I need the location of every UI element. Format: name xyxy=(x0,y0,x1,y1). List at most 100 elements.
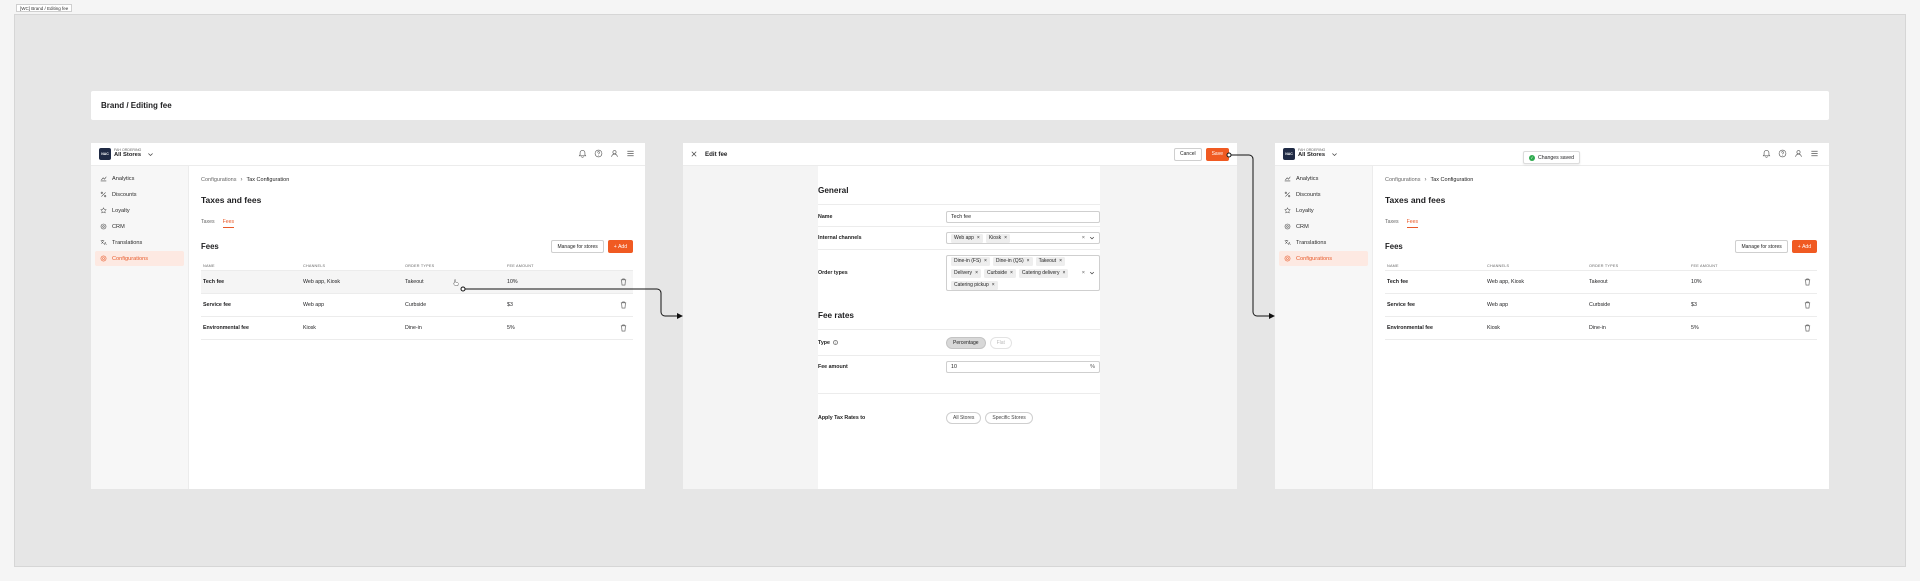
tab-fees[interactable]: Fees xyxy=(1406,219,1419,228)
channels-multiselect[interactable]: Web app × Kiosk × × xyxy=(946,232,1100,244)
remove-icon[interactable]: × xyxy=(975,270,978,276)
table-row[interactable]: Environmental fee Kiosk Dine-in 5% xyxy=(201,317,633,340)
manage-for-stores-button[interactable]: Manage for stores xyxy=(551,240,604,253)
chevron-down-icon[interactable] xyxy=(147,151,154,158)
store-switcher[interactable]: FAH ORDERING All Stores xyxy=(1298,148,1325,159)
sidebar-item-configurations[interactable]: Configurations xyxy=(95,251,184,266)
crm-icon xyxy=(1284,223,1291,230)
sidebar-item-loyalty[interactable]: Loyalty xyxy=(95,203,184,218)
save-button[interactable]: Save xyxy=(1205,147,1229,161)
chevron-down-icon[interactable] xyxy=(1331,151,1338,158)
order-type-chip[interactable]: Delivery × xyxy=(951,268,981,278)
bell-icon[interactable] xyxy=(578,149,587,158)
info-icon[interactable]: i xyxy=(832,340,838,345)
bell-icon[interactable] xyxy=(1762,149,1771,158)
tab-fees[interactable]: Fees xyxy=(222,219,235,228)
store-select[interactable]: All Stores xyxy=(114,153,141,159)
general-heading: General xyxy=(818,186,849,195)
type-flat-option[interactable]: Flat xyxy=(989,337,1012,349)
specific-stores-option[interactable]: Specific Stores xyxy=(985,412,1033,424)
user-icon[interactable] xyxy=(1794,149,1803,158)
remove-icon[interactable]: × xyxy=(1004,235,1007,241)
help-icon[interactable] xyxy=(1778,149,1787,158)
table-row[interactable]: Environmental fee Kiosk Dine-in 5% xyxy=(1385,317,1817,340)
sidebar-item-analytics[interactable]: Analytics xyxy=(1279,171,1368,186)
remove-icon[interactable]: × xyxy=(977,235,980,241)
all-stores-option[interactable]: All Stores xyxy=(946,412,982,424)
sidebar-item-loyalty[interactable]: Loyalty xyxy=(1279,203,1368,218)
tab-taxes[interactable]: Taxes xyxy=(201,219,215,228)
order-type-chip[interactable]: Takeout × xyxy=(1035,256,1066,266)
help-icon[interactable] xyxy=(594,149,603,158)
clear-icon[interactable]: × xyxy=(1082,235,1085,241)
add-fee-button[interactable]: + Add xyxy=(1791,240,1817,253)
add-fee-button[interactable]: + Add xyxy=(607,240,633,253)
fee-amount: $3 xyxy=(1691,302,1697,308)
fee-name: Service fee xyxy=(1387,302,1415,308)
order-type-chip[interactable]: Dine-in (FS) × xyxy=(951,256,990,266)
grid-menu-icon[interactable] xyxy=(626,149,635,158)
sidebar-item-label: Loyalty xyxy=(112,207,130,214)
order-type-chip[interactable]: Dine-in (QS) × xyxy=(992,256,1033,266)
order-type-chip[interactable]: Catering delivery × xyxy=(1018,268,1069,278)
table-row[interactable]: Tech fee Web app, Kiosk Takeout 10% xyxy=(1385,271,1817,294)
remove-icon[interactable]: × xyxy=(992,282,995,288)
sidebar-item-label: CRM xyxy=(1296,223,1309,230)
channel-chip[interactable]: Web app × xyxy=(951,233,983,243)
remove-icon[interactable]: × xyxy=(1010,270,1013,276)
column-header: NAME xyxy=(1387,263,1399,268)
column-header: FEE AMOUNT xyxy=(507,263,534,268)
table-row[interactable]: Tech fee Web app, Kiosk Takeout 10% xyxy=(201,271,633,294)
sidebar-item-label: Analytics xyxy=(112,175,135,182)
chevron-down-icon[interactable] xyxy=(1089,270,1095,276)
sidebar-item-configurations[interactable]: Configurations xyxy=(1279,251,1368,266)
manage-for-stores-button[interactable]: Manage for stores xyxy=(1735,240,1788,253)
trash-icon[interactable] xyxy=(620,324,627,332)
trash-icon[interactable] xyxy=(1804,301,1811,309)
close-icon[interactable] xyxy=(691,151,697,157)
fee-order-types: Dine-in xyxy=(405,325,422,331)
sidebar-item-translations[interactable]: Translations xyxy=(95,235,184,250)
trash-icon[interactable] xyxy=(1804,324,1811,332)
fee-name: Tech fee xyxy=(203,279,225,285)
channel-chip[interactable]: Kiosk × xyxy=(985,233,1010,243)
order-type-chip[interactable]: Curbside × xyxy=(983,268,1016,278)
sidebar-item-crm[interactable]: CRM xyxy=(95,219,184,234)
sidebar-item-label: CRM xyxy=(112,223,125,230)
tab-bar: Taxes Fees xyxy=(1385,219,1817,228)
breadcrumb: Configurations › Tax Configuration xyxy=(1385,176,1817,184)
order-types-multiselect[interactable]: Dine-in (FS) × Dine-in (QS) × Takeout × Del… xyxy=(946,255,1100,291)
remove-icon[interactable]: × xyxy=(1062,270,1065,276)
type-percentage-option[interactable]: Percentage xyxy=(946,337,986,349)
clear-icon[interactable]: × xyxy=(1082,270,1085,276)
remove-icon[interactable]: × xyxy=(984,258,987,264)
divider xyxy=(818,329,1100,330)
grid-menu-icon[interactable] xyxy=(1810,149,1819,158)
table-row[interactable]: Service fee Web app Curbside $3 xyxy=(1385,294,1817,317)
check-icon: ✓ xyxy=(1529,154,1535,161)
remove-icon[interactable]: × xyxy=(1059,258,1062,264)
name-field[interactable]: Tech fee xyxy=(946,211,1100,223)
sidebar-item-analytics[interactable]: Analytics xyxy=(95,171,184,186)
chevron-down-icon[interactable] xyxy=(1089,235,1095,241)
cancel-button[interactable]: Cancel xyxy=(1174,147,1202,161)
order-type-chip[interactable]: Catering pickup × xyxy=(951,280,998,290)
sidebar-item-discounts[interactable]: Discounts xyxy=(95,187,184,202)
store-switcher[interactable]: FAH ORDERING All Stores xyxy=(114,148,141,159)
breadcrumb-parent[interactable]: Configurations xyxy=(201,177,236,183)
user-icon[interactable] xyxy=(610,149,619,158)
sidebar-item-discounts[interactable]: Discounts xyxy=(1279,187,1368,202)
tab-taxes[interactable]: Taxes xyxy=(1385,219,1399,228)
name-value: Tech fee xyxy=(951,214,972,220)
trash-icon[interactable] xyxy=(620,278,627,286)
sidebar-item-crm[interactable]: CRM xyxy=(1279,219,1368,234)
table-row[interactable]: Service fee Web app Curbside $3 xyxy=(201,294,633,317)
sidebar-item-translations[interactable]: Translations xyxy=(1279,235,1368,250)
breadcrumb-parent[interactable]: Configurations xyxy=(1385,177,1420,183)
fee-amount-field[interactable]: 10 % xyxy=(946,361,1100,373)
sidebar-item-label: Translations xyxy=(112,239,143,246)
store-select[interactable]: All Stores xyxy=(1298,153,1325,159)
remove-icon[interactable]: × xyxy=(1027,258,1030,264)
trash-icon[interactable] xyxy=(620,301,627,309)
trash-icon[interactable] xyxy=(1804,278,1811,286)
